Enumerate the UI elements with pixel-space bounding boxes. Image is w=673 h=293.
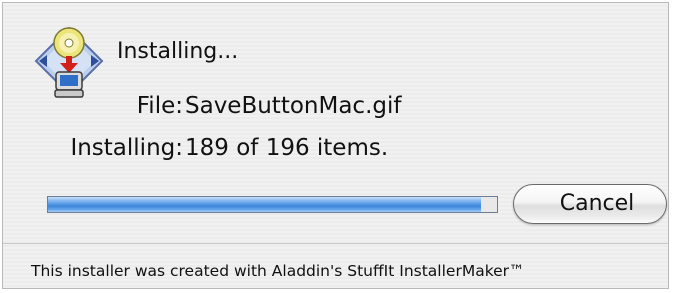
installer-dialog: Installing... File: SaveButtonMac.gif In… xyxy=(2,2,669,289)
dialog-heading: Installing... xyxy=(117,39,239,64)
footer-credit: This installer was created with Aladdin'… xyxy=(31,262,525,280)
installer-icon xyxy=(34,26,104,98)
count-label: Installing: xyxy=(70,135,183,161)
file-label: File: xyxy=(136,93,183,119)
cancel-button[interactable]: Cancel xyxy=(513,184,667,224)
progress-fill xyxy=(48,197,481,212)
file-name: SaveButtonMac.gif xyxy=(185,93,402,119)
count-text: 189 of 196 items. xyxy=(185,135,389,161)
progress-bar xyxy=(47,196,498,213)
divider xyxy=(3,243,668,244)
